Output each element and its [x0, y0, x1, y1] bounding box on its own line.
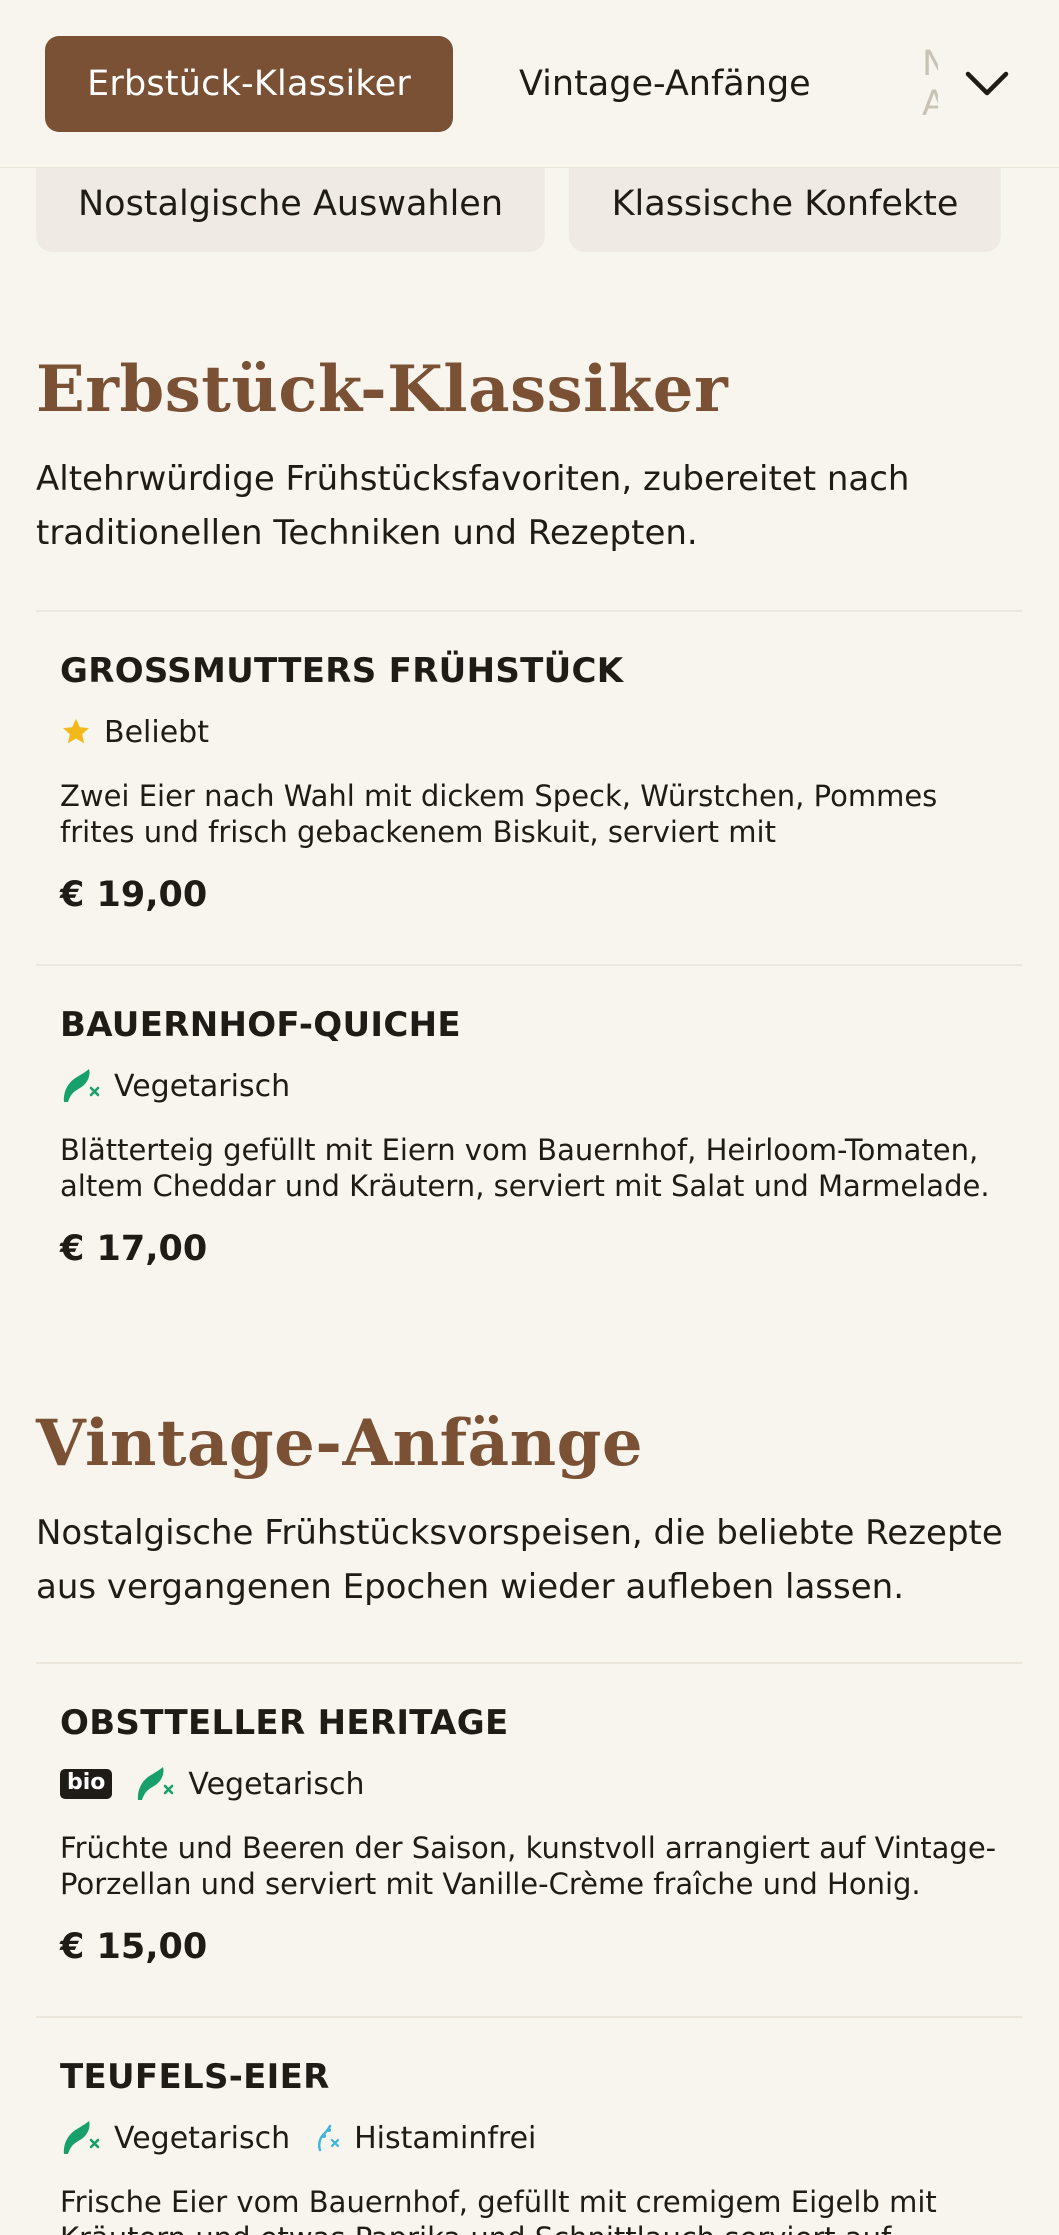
bio-badge: bio — [60, 1769, 113, 1799]
divider — [36, 2016, 1022, 2018]
item-name: BAUERNHOF-QUICHE — [60, 1005, 461, 1045]
section-title: Vintage-Anfänge — [36, 1406, 644, 1481]
item-name: TEUFELS-EIER — [60, 2057, 330, 2097]
chevron-down-icon[interactable] — [960, 60, 1014, 108]
divider — [36, 1662, 1022, 1664]
tag-bio: bio — [60, 1769, 113, 1799]
menu-item[interactable]: BAUERNHOF-QUICHE Vegetarisch Blätterteig… — [60, 1000, 1020, 1272]
tag-vegetarisch: Vegetarisch — [134, 1766, 365, 1802]
tab-erbstueck-klassiker[interactable]: Erbstück-Klassiker — [45, 36, 453, 132]
menu-item[interactable]: TEUFELS-EIER Vegetarisch Histaminfrei Fr… — [60, 2052, 1020, 2235]
section-description: Altehrwürdige Frühstücksfavoriten, zuber… — [36, 459, 910, 553]
item-description: Früchte und Beeren der Saison, kunstvoll… — [60, 1831, 997, 1901]
menu-item[interactable]: OBSTTELLER HERITAGE bio Vegetarisch Früc… — [60, 1698, 1020, 1970]
tag-vegetarisch: Vegetarisch — [60, 1068, 290, 1104]
item-price: € 17,00 — [60, 1229, 208, 1269]
star-icon — [60, 716, 92, 748]
item-price: € 15,00 — [60, 1927, 208, 1967]
item-name: OBSTTELLER HERITAGE — [60, 1703, 509, 1743]
tag-label: Vegetarisch — [188, 1766, 365, 1802]
vegetarian-icon — [60, 2120, 102, 2156]
divider — [36, 964, 1022, 966]
item-description: Zwei Eier nach Wahl mit dickem Speck, Wü… — [60, 779, 938, 849]
item-price: € 19,00 — [60, 875, 208, 915]
item-description: Frische Eier vom Bauernhof, gefüllt mit … — [60, 2185, 937, 2235]
section-title: Erbstück-Klassiker — [36, 352, 729, 427]
tag-vegetarisch: Vegetarisch — [60, 2120, 290, 2156]
item-description: Blätterteig gefüllt mit Eiern vom Bauern… — [60, 1133, 990, 1203]
menu-item[interactable]: GROSSMUTTERS FRÜHSTÜCK Beliebt Zwei Eier… — [60, 646, 1020, 918]
vegetarian-icon — [60, 1068, 102, 1104]
histamine-free-icon — [312, 2123, 342, 2153]
category-nav: Erbstück-Klassiker Vintage-Anfänge Nosta… — [0, 0, 1059, 168]
tag-beliebt: Beliebt — [60, 715, 209, 750]
tag-label: Vegetarisch — [114, 2120, 291, 2156]
tab-nostalgische-auswahlen-partial[interactable]: Nostalgische Auswahlen — [922, 36, 938, 132]
tag-label: Histaminfrei — [354, 2120, 537, 2156]
item-name: GROSSMUTTERS FRÜHSTÜCK — [60, 651, 624, 691]
vegetarian-icon — [134, 1766, 176, 1802]
divider — [36, 610, 1022, 612]
tag-label: Vegetarisch — [114, 1068, 291, 1104]
section-description: Nostalgische Frühstücksvorspeisen, die b… — [36, 1513, 1003, 1607]
tag-label: Beliebt — [104, 714, 209, 750]
tag-histaminfrei: Histaminfrei — [312, 2121, 536, 2156]
tab-vintage-anfaenge[interactable]: Vintage-Anfänge — [519, 36, 811, 132]
